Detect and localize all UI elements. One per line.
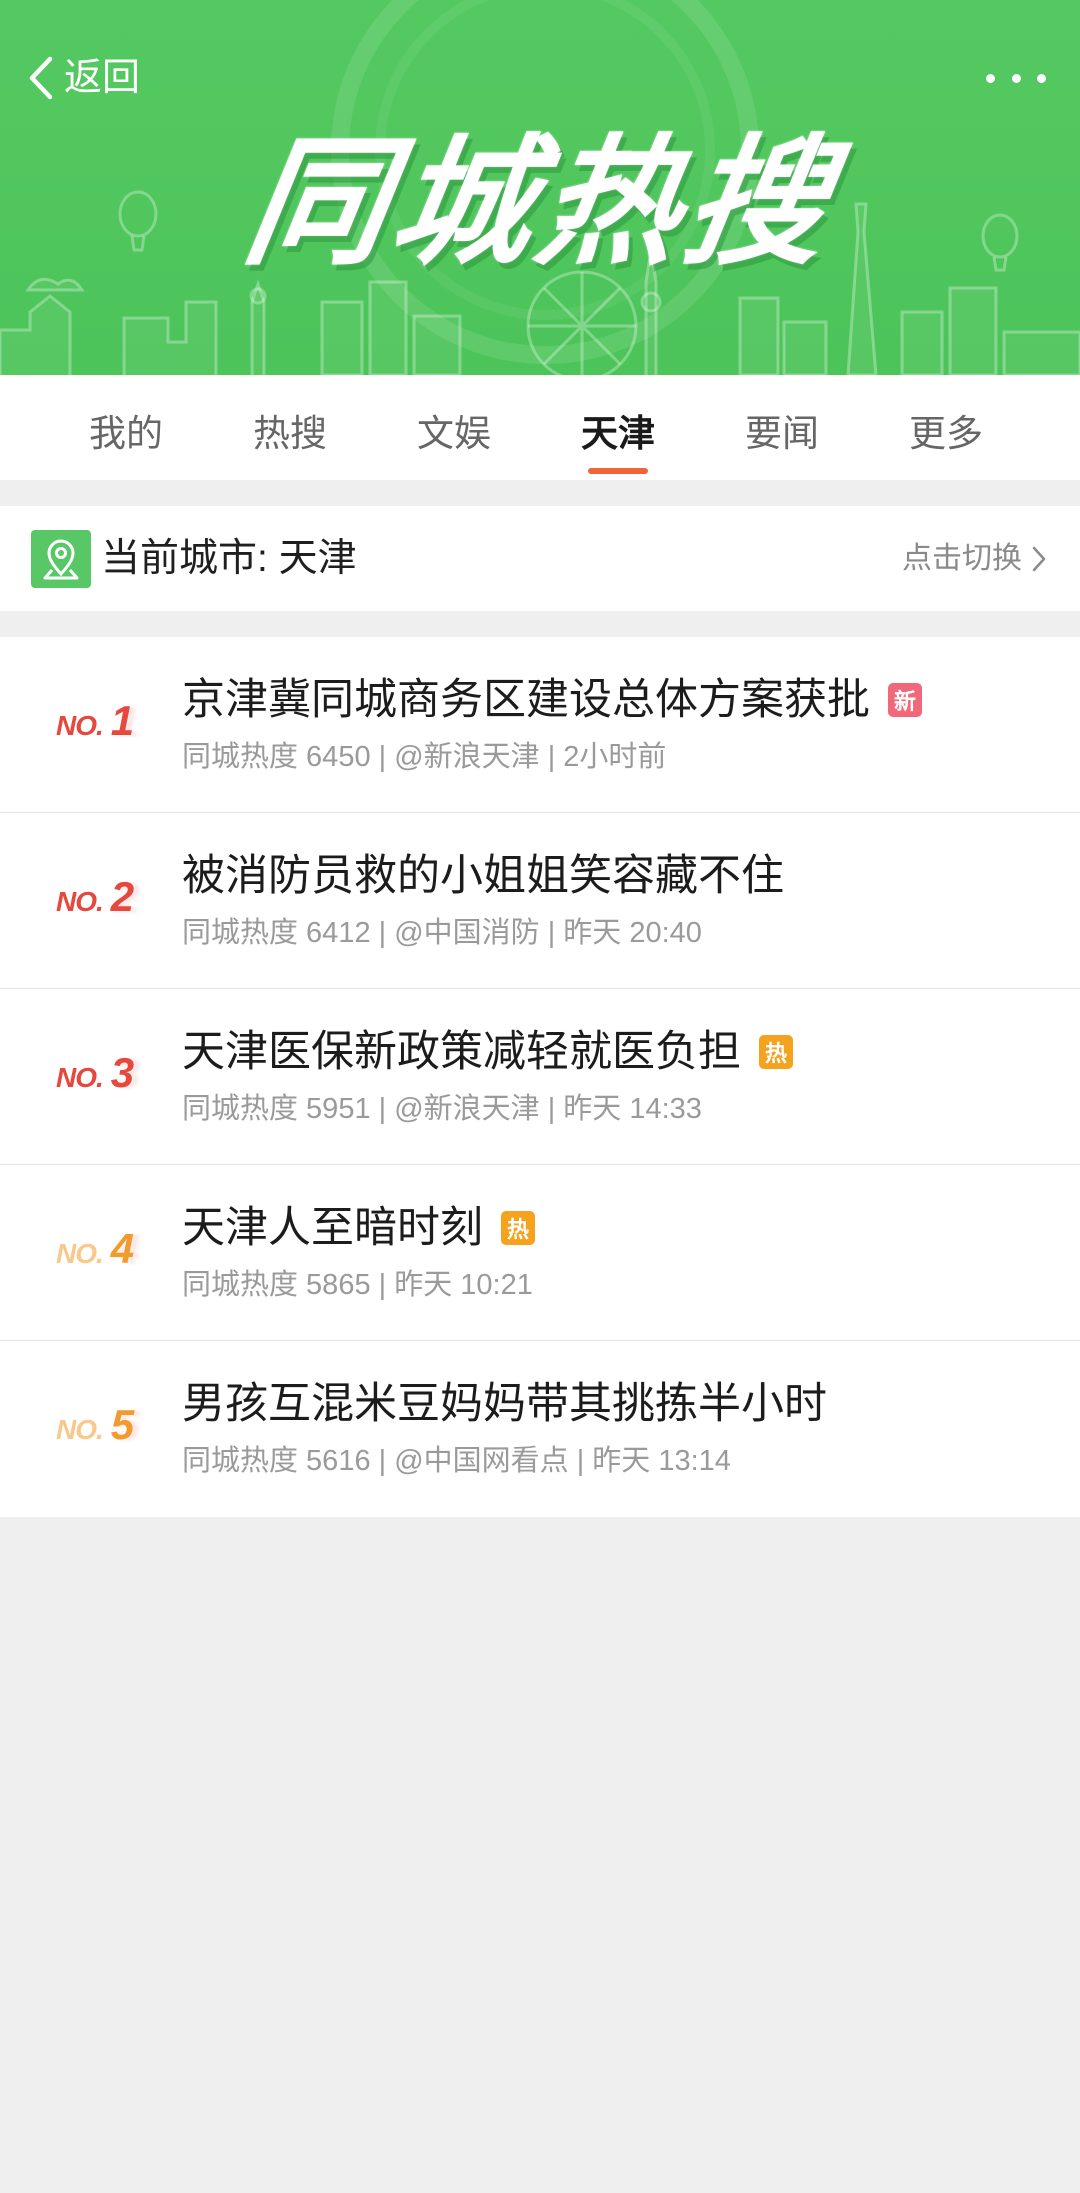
header-banner: 返回 同城热搜 [0, 0, 1080, 375]
rank-prefix: NO. [56, 1062, 104, 1093]
item-meta: 同城热度 5616 | @中国网看点 | 昨天 13:14 [182, 1445, 731, 1477]
hot-search-list: NO. 1 京津冀同城商务区建设总体方案获批 新 同城热度 6450 | @新浪… [0, 637, 1080, 1517]
item-title: 天津医保新政策减轻就医负担 [182, 1028, 741, 1076]
current-city-label: 当前城市: 天津 [101, 537, 357, 580]
tab-label: 热搜 [253, 412, 327, 454]
item-meta: 同城热度 6450 | @新浪天津 | 2小时前 [182, 741, 667, 773]
chevron-right-icon [1032, 546, 1046, 572]
rank-label: NO. 5 [56, 1401, 134, 1451]
rank-number: 3 [110, 1049, 135, 1096]
more-dots-icon [986, 73, 995, 83]
tab-entertainment[interactable]: 文娱 [372, 375, 536, 480]
tab-hot-search[interactable]: 热搜 [208, 375, 372, 480]
tab-label: 要闻 [745, 412, 819, 454]
rank-prefix: NO. [56, 710, 104, 741]
tab-mine[interactable]: 我的 [44, 375, 208, 480]
switch-city-label: 点击切换 [902, 542, 1022, 575]
item-meta: 同城热度 5865 | 昨天 10:21 [182, 1269, 533, 1301]
hot-badge: 热 [501, 1211, 535, 1245]
tab-news[interactable]: 要闻 [700, 375, 864, 480]
item-title: 男孩互混米豆妈妈带其挑拣半小时 [182, 1380, 827, 1428]
page: 返回 同城热搜 我的 热搜 文娱 天津 要闻 更多 当前城市: 天津 点击切换 … [0, 0, 1080, 2193]
list-item[interactable]: NO. 2 被消防员救的小姐姐笑容藏不住 同城热度 6412 | @中国消防 |… [0, 813, 1080, 989]
rank-label: NO. 3 [56, 1049, 134, 1099]
title-row: 天津人至暗时刻 热 [182, 1199, 535, 1257]
list-item[interactable]: NO. 3 天津医保新政策减轻就医负担 热 同城热度 5951 | @新浪天津 … [0, 989, 1080, 1165]
rank-number: 1 [110, 697, 135, 744]
list-item[interactable]: NO. 1 京津冀同城商务区建设总体方案获批 新 同城热度 6450 | @新浪… [0, 637, 1080, 813]
item-meta: 同城热度 6412 | @中国消防 | 昨天 20:40 [182, 917, 702, 949]
banner-title: 同城热搜 [235, 124, 845, 281]
tab-more[interactable]: 更多 [864, 375, 1028, 480]
rank-prefix: NO. [56, 1238, 104, 1269]
rank-label: NO. 4 [56, 1225, 134, 1275]
more-dots-icon [1011, 73, 1021, 83]
rank-label: NO. 2 [56, 873, 134, 923]
banner-title-wrap: 同城热搜 [0, 118, 1080, 288]
list-item[interactable]: NO. 4 天津人至暗时刻 热 同城热度 5865 | 昨天 10:21 [0, 1165, 1080, 1341]
tab-label: 天津 [581, 412, 655, 454]
category-tabs: 我的 热搜 文娱 天津 要闻 更多 [0, 375, 1080, 480]
title-row: 男孩互混米豆妈妈带其挑拣半小时 [182, 1375, 827, 1433]
location-pin-icon [31, 530, 91, 588]
title-row: 天津医保新政策减轻就医负担 热 [182, 1023, 793, 1081]
more-button[interactable] [978, 60, 1054, 96]
title-row: 京津冀同城商务区建设总体方案获批 新 [182, 671, 922, 729]
rank-prefix: NO. [56, 1414, 104, 1445]
item-meta: 同城热度 5951 | @新浪天津 | 昨天 14:33 [182, 1093, 702, 1125]
rank-number: 5 [110, 1401, 135, 1448]
rank-number: 2 [110, 873, 135, 920]
active-tab-indicator [588, 468, 648, 474]
item-title: 京津冀同城商务区建设总体方案获批 [182, 676, 870, 724]
title-row: 被消防员救的小姐姐笑容藏不住 [182, 847, 784, 905]
current-city-bar: 当前城市: 天津 点击切换 [0, 506, 1080, 611]
switch-city-button[interactable]: 点击切换 [902, 536, 1046, 582]
rank-number: 4 [110, 1225, 135, 1272]
item-title: 天津人至暗时刻 [182, 1204, 483, 1252]
chevron-left-icon [29, 56, 53, 100]
back-button[interactable]: 返回 [26, 50, 140, 106]
rank-label: NO. 1 [56, 697, 134, 747]
tab-label: 文娱 [417, 412, 491, 454]
tab-label: 更多 [909, 412, 983, 454]
item-title: 被消防员救的小姐姐笑容藏不住 [182, 852, 784, 900]
hot-badge: 热 [759, 1035, 793, 1069]
list-item[interactable]: NO. 5 男孩互混米豆妈妈带其挑拣半小时 同城热度 5616 | @中国网看点… [0, 1341, 1080, 1517]
more-dots-icon [1037, 73, 1046, 83]
rank-prefix: NO. [56, 886, 104, 917]
new-badge: 新 [888, 683, 922, 717]
tab-label: 我的 [89, 412, 163, 454]
back-label: 返回 [64, 57, 141, 99]
tab-tianjin[interactable]: 天津 [536, 375, 700, 480]
